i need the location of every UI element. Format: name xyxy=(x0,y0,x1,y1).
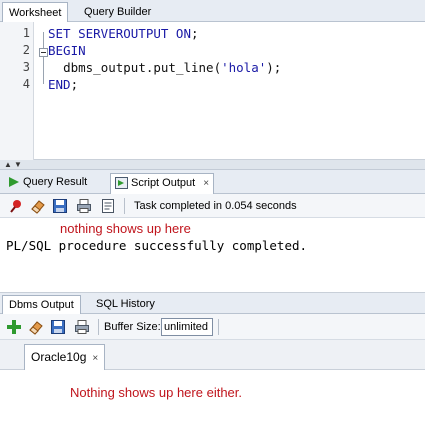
line-number: 4 xyxy=(22,77,30,91)
tab-label: Script Output xyxy=(131,177,196,189)
line-number: 1 xyxy=(22,26,30,40)
toolbar-divider xyxy=(98,319,99,335)
connection-label: Oracle10g xyxy=(31,350,87,364)
buffer-size-label: Buffer Size: xyxy=(104,321,161,333)
code-string: 'hola' xyxy=(221,60,267,75)
tab-query-builder[interactable]: Query Builder xyxy=(78,2,157,22)
eraser-icon[interactable] xyxy=(30,198,46,214)
toolbar-divider xyxy=(124,198,125,214)
toolbar-divider xyxy=(218,319,219,335)
code-fold-line xyxy=(43,32,44,84)
worksheet-tab-bar: Worksheet Query Builder xyxy=(0,0,425,22)
play-icon xyxy=(9,177,19,188)
script-output-annotation: nothing shows up here xyxy=(60,221,191,236)
connection-tab-bar: Oracle10g × xyxy=(0,340,425,370)
document-icon[interactable] xyxy=(100,198,116,214)
line-number-gutter: 1 2 3 4 xyxy=(0,22,34,160)
code-keyword: BEGIN xyxy=(48,43,86,58)
close-icon[interactable]: × xyxy=(203,174,209,193)
code-punctuation: ; xyxy=(191,26,199,41)
dbms-output-annotation: Nothing shows up here either. xyxy=(70,385,242,400)
fold-collapse-icon[interactable] xyxy=(39,48,48,57)
eraser-icon[interactable] xyxy=(28,319,44,335)
code-line-3: dbms_output.put_line('hola'); xyxy=(48,59,281,76)
collapse-down-icon[interactable]: ▼ xyxy=(14,161,22,169)
tab-worksheet[interactable]: Worksheet xyxy=(2,2,69,22)
line-number: 3 xyxy=(22,60,30,74)
code-punctuation: ; xyxy=(70,77,79,92)
code-line-2: BEGIN xyxy=(48,42,86,59)
save-icon[interactable] xyxy=(50,319,66,335)
script-output-icon xyxy=(115,177,128,190)
print-icon[interactable] xyxy=(74,319,90,335)
dbms-tab-bar: Dbms Output SQL History xyxy=(0,292,425,315)
tab-connection[interactable]: Oracle10g × xyxy=(24,344,106,371)
print-icon[interactable] xyxy=(76,198,92,214)
dbms-output-toolbar: Buffer Size: unlimited xyxy=(0,314,425,340)
tab-sql-history[interactable]: SQL History xyxy=(90,295,161,315)
output-tab-bar: Query Result Script Output × xyxy=(0,170,425,194)
pane-splitter[interactable]: ▲ ▼ xyxy=(0,160,425,170)
task-status-text: Task completed in 0.054 seconds xyxy=(134,200,297,212)
code-line-1: SET SERVEROUTPUT ON; xyxy=(48,25,199,42)
tab-script-output[interactable]: Script Output × xyxy=(110,173,215,194)
code-keyword: END xyxy=(48,77,71,92)
tab-query-result[interactable]: Query Result xyxy=(4,173,91,194)
add-icon[interactable] xyxy=(6,319,22,335)
script-output-panel[interactable]: nothing shows up here PL/SQL procedure s… xyxy=(0,218,425,290)
sql-editor[interactable]: 1 2 3 4 SET SERVEROUTPUT ON; BEGIN dbms_… xyxy=(0,22,425,160)
script-output-message: PL/SQL procedure successfully completed. xyxy=(6,238,308,253)
code-keyword: SET SERVEROUTPUT ON xyxy=(48,26,191,41)
buffer-size-field[interactable]: unlimited xyxy=(161,318,213,336)
code-line-4: END; xyxy=(48,76,78,93)
code-punctuation: ); xyxy=(266,60,282,75)
collapse-up-icon[interactable]: ▲ xyxy=(4,161,12,169)
tab-dbms-output[interactable]: Dbms Output xyxy=(2,295,81,315)
pin-icon[interactable] xyxy=(8,198,24,214)
line-number: 2 xyxy=(22,43,30,57)
dbms-output-panel[interactable]: Nothing shows up here either. xyxy=(0,370,425,443)
code-call: dbms_output.put_line( xyxy=(63,60,222,75)
save-icon[interactable] xyxy=(52,198,68,214)
script-output-toolbar: Task completed in 0.054 seconds xyxy=(0,194,425,218)
close-icon[interactable]: × xyxy=(92,347,98,371)
tab-label: Query Result xyxy=(23,176,88,188)
